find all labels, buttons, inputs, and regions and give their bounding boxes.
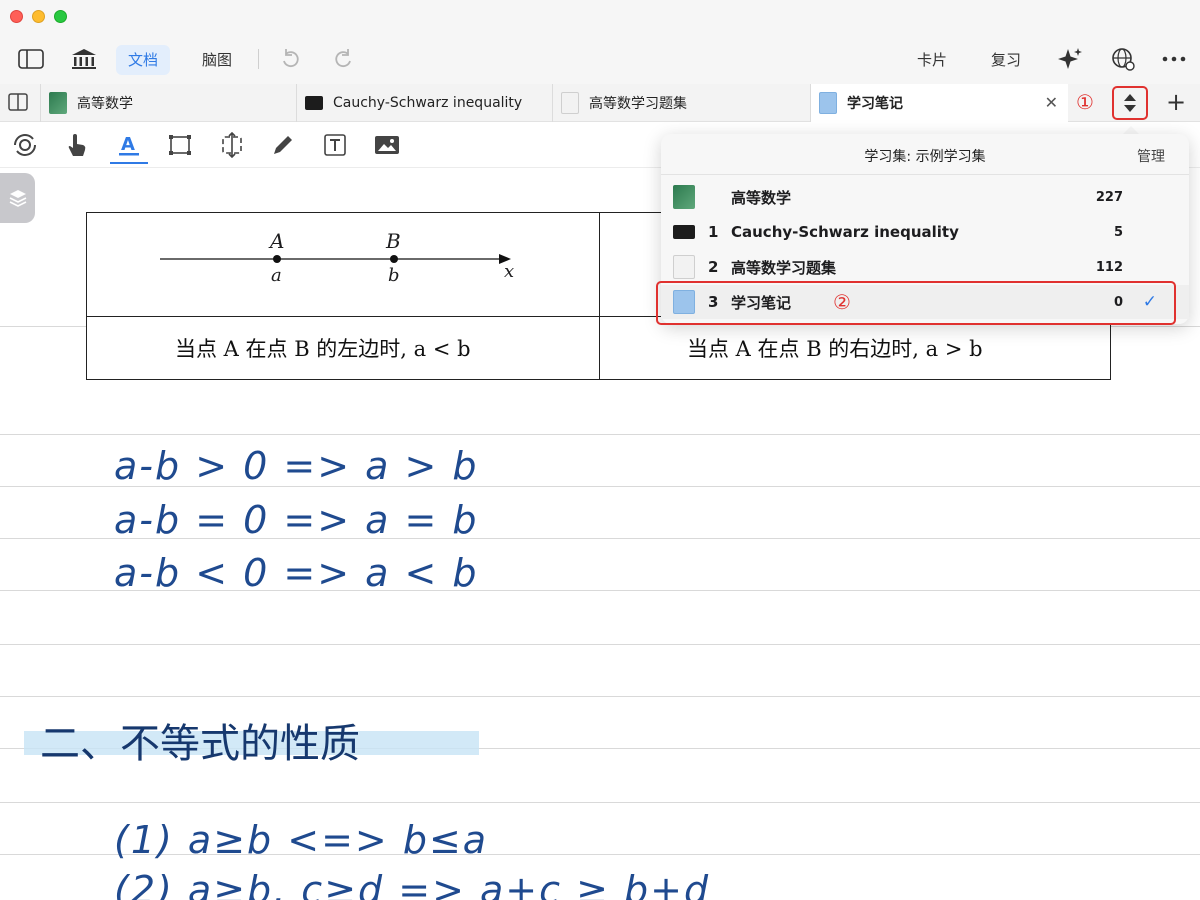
doc-mode-tab[interactable]: 文档: [116, 45, 171, 75]
ruled-line: [0, 802, 1200, 803]
axis-x-label: x: [504, 261, 515, 282]
tab-label: 高等数学: [77, 96, 133, 112]
study-set-item[interactable]: 高等数学 227: [661, 180, 1189, 214]
tab-advanced-math[interactable]: 高等数学: [40, 84, 296, 122]
item-count: 5: [1113, 224, 1123, 240]
item-name: Cauchy-Schwarz inequality: [731, 223, 959, 241]
document-tab-bar: 高等数学 Cauchy-Schwarz inequality 高等数学习题集 学…: [0, 84, 1200, 122]
text-box-icon[interactable]: [319, 130, 351, 160]
document-icon: [561, 92, 579, 114]
study-set-item[interactable]: 2 高等数学习题集 112: [661, 250, 1189, 284]
more-options-icon[interactable]: [1160, 46, 1188, 72]
text-highlight-icon[interactable]: A: [113, 130, 145, 160]
sync-settings-icon[interactable]: [9, 130, 41, 160]
new-tab-icon[interactable]: +: [1166, 88, 1186, 116]
value-b-label: b: [388, 265, 400, 286]
item-count: 112: [1095, 259, 1123, 275]
study-set-switcher-button[interactable]: [1112, 86, 1148, 120]
handwritten-line: (1) a≥b <=> b≤a: [114, 818, 489, 862]
book-cover-icon: [49, 92, 67, 114]
study-set-item[interactable]: 1 Cauchy-Schwarz inequality 5: [661, 215, 1189, 249]
item-name: 高等数学: [731, 188, 792, 207]
split-view-icon[interactable]: [8, 93, 28, 115]
notebook-icon: [819, 92, 837, 114]
table-divider: [599, 213, 600, 379]
manage-button[interactable]: 管理: [1137, 146, 1165, 166]
annotation-marker-1: ①: [1076, 90, 1094, 114]
popover-title: 学习集: 示例学习集: [864, 149, 986, 165]
ruled-line: [0, 644, 1200, 645]
main-toolbar: 文档 脑图 卡片 复习: [0, 34, 1200, 84]
close-window-button[interactable]: [10, 10, 23, 23]
sidebar-toggle-icon[interactable]: [17, 46, 45, 72]
layers-panel-button[interactable]: [0, 173, 35, 223]
tab-cauchy-schwarz[interactable]: Cauchy-Schwarz inequality: [296, 84, 552, 122]
handwritten-line: a-b < 0 => a < b: [114, 551, 479, 595]
tab-study-notes[interactable]: 学习笔记 ✕: [810, 84, 1068, 122]
pencil-icon[interactable]: [267, 130, 299, 160]
toolbar-divider: [258, 49, 259, 69]
handwritten-line: a-b > 0 => a > b: [114, 444, 479, 488]
rectangle-select-icon[interactable]: [164, 130, 196, 160]
tab-exercise-set[interactable]: 高等数学习题集: [552, 84, 810, 122]
window-titlebar: [0, 0, 1200, 34]
point-b-label: B: [386, 229, 401, 253]
item-number: 2: [708, 258, 719, 276]
up-down-arrows-icon: [1124, 94, 1136, 112]
tab-label: 高等数学习题集: [589, 96, 687, 112]
web-search-icon[interactable]: [1109, 46, 1137, 72]
left-caption: 当点 A 在点 B 的左边时, a < b: [175, 337, 471, 361]
handwritten-heading: 二、不等式的性质: [40, 721, 360, 767]
zoom-window-button[interactable]: [54, 10, 67, 23]
mindmap-mode-tab[interactable]: 脑图: [190, 45, 244, 75]
handwritten-line: a-b = 0 => a = b: [114, 498, 479, 542]
library-icon[interactable]: [70, 46, 98, 72]
layers-icon: [9, 190, 26, 207]
annotation-marker-2: ②: [833, 290, 851, 314]
handwritten-line: (2) a≥b, c≥d => a+c ≥ b+d: [114, 868, 711, 900]
hand-pointer-icon[interactable]: [61, 130, 93, 160]
value-a-label: a: [271, 265, 282, 286]
svg-text:A: A: [121, 134, 135, 155]
active-tool-indicator: [110, 162, 148, 164]
video-thumbnail-icon: [305, 96, 323, 110]
item-count: 227: [1095, 189, 1123, 205]
crop-expand-icon[interactable]: [216, 130, 248, 160]
video-thumbnail-icon: [673, 225, 695, 239]
item-number: 1: [708, 223, 719, 241]
minimize-window-button[interactable]: [32, 10, 45, 23]
tab-label: Cauchy-Schwarz inequality: [333, 95, 523, 111]
ruled-line: [0, 434, 1200, 435]
ruled-line: [0, 696, 1200, 697]
ai-sparkle-icon[interactable]: [1057, 46, 1085, 72]
selection-highlight-box: [656, 281, 1176, 325]
undo-icon[interactable]: [277, 46, 305, 72]
number-line-diagram: [160, 254, 511, 264]
cards-button[interactable]: 卡片: [905, 45, 959, 75]
image-insert-icon[interactable]: [371, 130, 403, 160]
redo-icon[interactable]: [329, 46, 357, 72]
item-name: 高等数学习题集: [731, 258, 837, 277]
book-cover-icon: [673, 185, 695, 209]
popover-divider: [661, 174, 1189, 175]
right-caption: 当点 A 在点 B 的右边时, a > b: [687, 337, 983, 361]
close-tab-icon[interactable]: ✕: [1045, 93, 1058, 112]
review-button[interactable]: 复习: [979, 45, 1033, 75]
document-icon: [673, 255, 695, 279]
tab-label: 学习笔记: [847, 96, 903, 112]
point-a-label: A: [270, 229, 285, 253]
